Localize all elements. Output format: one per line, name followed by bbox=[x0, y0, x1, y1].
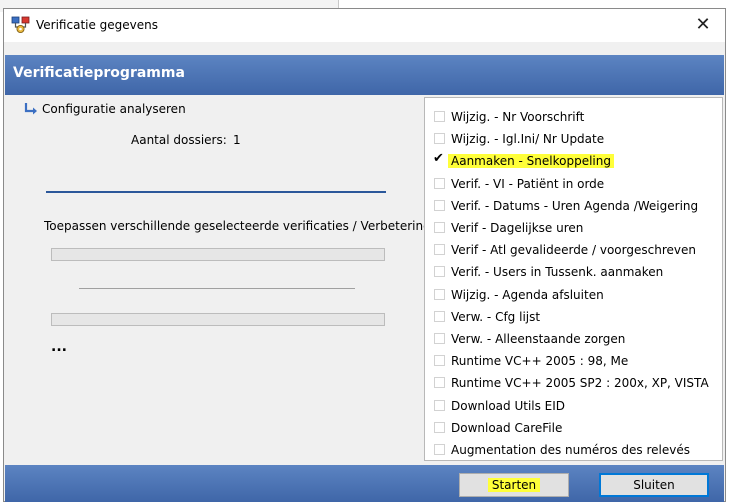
progress-bar-detail bbox=[51, 313, 385, 326]
checkbox[interactable] bbox=[434, 244, 445, 256]
checklist-item[interactable]: Verif. - VI - Patiënt in orde bbox=[425, 174, 722, 196]
checklist-item-label: Verif - Dagelijkse uren bbox=[451, 221, 584, 235]
dossier-count-value: 1 bbox=[233, 133, 241, 147]
checklist-item[interactable]: Verif. - Datums - Uren Agenda /Weigering bbox=[425, 196, 722, 218]
checklist-item[interactable]: Runtime VC++ 2005 : 98, Me bbox=[425, 351, 722, 373]
checkbox[interactable] bbox=[434, 355, 445, 367]
checklist-item[interactable]: Download CareFile bbox=[425, 418, 722, 440]
checklist-item-label: Verw. - Cfg lijst bbox=[451, 309, 541, 324]
verification-checklist[interactable]: Wijzig. - Nr Voorschrift Wijzig. - Igl.In… bbox=[424, 97, 723, 461]
checklist-item-label: Verif - Atl gevalideerde / voorgeschreve… bbox=[451, 243, 696, 258]
banner-title: Verificatieprogramma bbox=[13, 65, 185, 81]
progress-divider bbox=[79, 288, 355, 289]
checklist-item-label: Download CareFile bbox=[451, 420, 563, 435]
status-ellipsis: ... bbox=[51, 339, 67, 355]
title-bar: Verificatie gegevens ✕ bbox=[4, 9, 725, 42]
apply-verifications-label: Toepassen verschillende geselecteerde ve… bbox=[44, 219, 424, 233]
checklist-item-label: Runtime VC++ 2005 SP2 : 200x, XP, VISTA bbox=[451, 376, 709, 391]
start-button[interactable]: Starten bbox=[459, 473, 569, 497]
checklist-item-label: Wijzig. - Nr Voorschrift bbox=[451, 110, 585, 124]
checklist-item-label: Verif. - Datums - Uren Agenda /Weigering bbox=[451, 198, 699, 213]
checkbox[interactable] bbox=[434, 177, 445, 189]
checklist-item-label: Download Utils EID bbox=[451, 398, 566, 413]
checklist-item[interactable]: Verif. - Users in Tussenk. aanmaken bbox=[425, 262, 722, 284]
checklist-item-label: Wijzig. - Agenda afsluiten bbox=[451, 287, 604, 302]
checklist-item[interactable]: Runtime VC++ 2005 SP2 : 200x, XP, VISTA bbox=[425, 373, 722, 395]
analyze-config-label: Configuratie analyseren bbox=[42, 102, 186, 116]
checkbox[interactable] bbox=[434, 266, 445, 278]
dossier-count-label: Aantal dossiers: bbox=[131, 133, 227, 147]
checkbox[interactable] bbox=[434, 310, 445, 322]
checklist-item[interactable]: Wijzig. - Igl.Ini/ Nr Update bbox=[425, 129, 722, 151]
checkbox[interactable] bbox=[434, 111, 445, 122]
checkbox[interactable] bbox=[434, 421, 445, 433]
checklist-item[interactable]: Download Utils EID bbox=[425, 396, 722, 418]
close-window-button[interactable]: ✕ bbox=[681, 9, 725, 42]
checklist-item[interactable]: Verw. - Alleenstaande zorgen bbox=[425, 329, 722, 351]
footer-bar: Starten Sluiten bbox=[5, 465, 724, 502]
checkbox[interactable] bbox=[434, 199, 445, 211]
checklist-item-label: Wijzig. - Igl.Ini/ Nr Update bbox=[451, 132, 605, 147]
close-button[interactable]: Sluiten bbox=[599, 473, 709, 497]
verification-dialog: Verificatie gegevens ✕ Verificatieprogra… bbox=[3, 8, 726, 502]
arrow-down-right-icon bbox=[23, 102, 39, 118]
checklist-item-label: Verw. - Alleenstaande zorgen bbox=[451, 332, 626, 346]
checklist-item-label: Verif. - Users in Tussenk. aanmaken bbox=[451, 265, 664, 280]
checklist-item-label: Augmentation des numéros des relevés bbox=[451, 443, 690, 457]
checklist-item[interactable]: ✔ Aanmaken - Snelkoppeling bbox=[425, 151, 722, 173]
checkbox[interactable] bbox=[434, 133, 445, 145]
checkbox[interactable] bbox=[434, 399, 445, 411]
checkbox[interactable] bbox=[434, 155, 445, 166]
dialog-title: Verificatie gegevens bbox=[36, 18, 159, 32]
checklist-item[interactable]: Verif - Dagelijkse uren bbox=[425, 218, 722, 240]
checkbox[interactable] bbox=[434, 222, 445, 233]
app-gear-network-icon bbox=[11, 16, 31, 34]
checkbox[interactable] bbox=[434, 333, 445, 344]
checkbox[interactable] bbox=[434, 377, 445, 389]
checkbox[interactable] bbox=[434, 444, 445, 455]
header-banner: Verificatieprogramma bbox=[5, 55, 724, 95]
start-button-label: Starten bbox=[487, 478, 541, 492]
checklist-item[interactable]: Wijzig. - Nr Voorschrift bbox=[425, 107, 722, 129]
section-divider bbox=[46, 191, 386, 193]
checklist-item[interactable]: Augmentation des numéros des relevés bbox=[425, 440, 722, 460]
checklist-item[interactable]: Wijzig. - Agenda afsluiten bbox=[425, 285, 722, 307]
checklist-item[interactable]: Verif - Atl gevalideerde / voorgeschreve… bbox=[425, 240, 722, 262]
checkbox[interactable] bbox=[434, 288, 445, 300]
checklist-item-label: Runtime VC++ 2005 : 98, Me bbox=[451, 354, 629, 369]
checklist-item[interactable]: Verw. - Cfg lijst bbox=[425, 307, 722, 329]
progress-bar-main bbox=[51, 248, 385, 261]
checklist-item-label: Verif. - VI - Patiënt in orde bbox=[451, 176, 605, 191]
checklist-item-label: Aanmaken - Snelkoppeling bbox=[448, 154, 614, 169]
